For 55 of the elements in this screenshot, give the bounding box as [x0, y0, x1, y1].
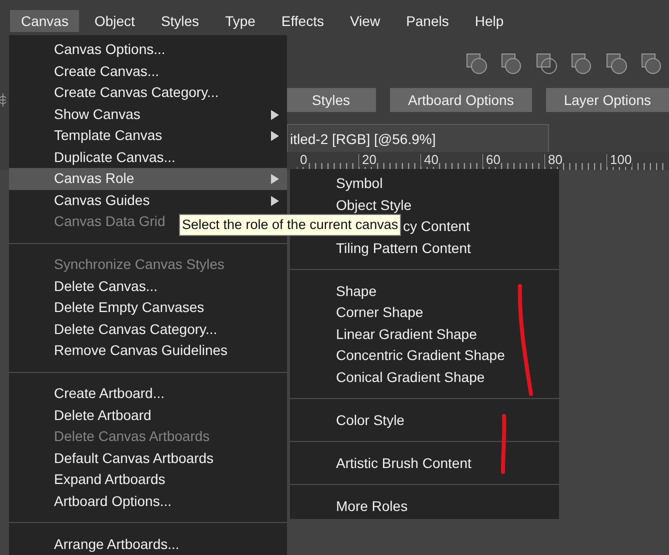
menu-item[interactable]: Canvas Guides — [9, 190, 287, 211]
menu-item[interactable]: Expand Artboards — [9, 469, 287, 490]
menu-item[interactable]: Delete Empty Canvases — [9, 297, 287, 318]
toolbar-button[interactable]: Artboard Options — [390, 88, 532, 112]
menu-item[interactable]: Tiling Pattern Content — [290, 238, 559, 259]
menu-item[interactable]: Object Style — [290, 194, 559, 216]
menu-item[interactable]: Conical Gradient Shape — [290, 366, 559, 388]
menu-item[interactable]: Arrange Artboards... — [9, 534, 287, 555]
square-circle-icon[interactable] — [536, 53, 558, 75]
menu-item[interactable]: Color Style — [290, 410, 559, 431]
menu-item[interactable]: Create Canvas Category... — [9, 82, 287, 104]
ruler-label: 20 — [359, 153, 376, 167]
menu-item[interactable]: Delete Canvas Category... — [9, 318, 287, 340]
square-circle-icon[interactable] — [641, 53, 663, 75]
ruler-label: 80 — [545, 153, 562, 167]
menu-item[interactable]: Template Canvas — [9, 125, 287, 146]
menu-bar-item[interactable]: Panels — [395, 10, 460, 32]
menu-item[interactable]: Duplicate Canvas... — [9, 146, 287, 168]
menu-item[interactable]: Create Artboard... — [9, 383, 287, 404]
menu-item[interactable]: Concentric Gradient Shape — [290, 345, 559, 366]
menu-bar-item[interactable]: Help — [464, 10, 515, 32]
ruler-label: 0 — [297, 153, 308, 167]
menu-item[interactable]: Corner Shape — [290, 302, 559, 324]
menu-item[interactable]: Artboard Options... — [9, 490, 287, 512]
menu-bar-item[interactable]: View — [338, 10, 392, 32]
ruler-label: 100 — [607, 153, 632, 167]
menu-item[interactable]: Linear Gradient Shape — [290, 324, 559, 345]
menu-item[interactable]: Shape — [290, 280, 559, 302]
square-circle-icon[interactable] — [501, 53, 523, 75]
menu-bar-item[interactable]: Styles — [150, 10, 210, 32]
menu-item[interactable]: More Roles — [290, 496, 559, 517]
menu-item[interactable]: Default Canvas Artboards — [9, 448, 287, 469]
menu-item[interactable]: Remove Canvas Guidelines — [9, 340, 287, 362]
tooltip: Select the role of the current canvas — [179, 214, 402, 236]
menu-item[interactable]: Delete Canvas... — [9, 276, 287, 297]
menu-item[interactable]: Canvas Role — [9, 168, 287, 190]
menu-item[interactable]: Show Canvas — [9, 104, 287, 125]
toolbar-button[interactable]: Styles — [286, 88, 376, 112]
menu-item[interactable]: Artistic Brush Content — [290, 452, 559, 474]
menu-item[interactable]: Create Canvas... — [9, 60, 287, 82]
square-circle-icon[interactable] — [606, 53, 628, 75]
menu-item[interactable]: Delete Artboard — [9, 404, 287, 426]
menu-bar-item[interactable]: Type — [214, 10, 266, 32]
square-circle-icon[interactable] — [466, 53, 488, 75]
annotation-stroke — [501, 414, 506, 474]
document-tab[interactable]: itled-2 [RGB] [@56.9%] — [287, 124, 549, 152]
menu-item[interactable]: Symbol — [290, 173, 559, 194]
square-circle-icon[interactable] — [571, 53, 593, 75]
ruler-label: 40 — [421, 153, 438, 167]
menu-bar-item[interactable]: Object — [83, 10, 146, 32]
ruler-label: 60 — [483, 153, 500, 167]
menu-bar-item[interactable]: Canvas — [10, 10, 80, 32]
menu-bar-item[interactable]: Effects — [270, 10, 335, 32]
menu-item[interactable]: Canvas Options... — [9, 39, 287, 60]
toolbar-button[interactable]: Layer Options — [546, 88, 669, 112]
